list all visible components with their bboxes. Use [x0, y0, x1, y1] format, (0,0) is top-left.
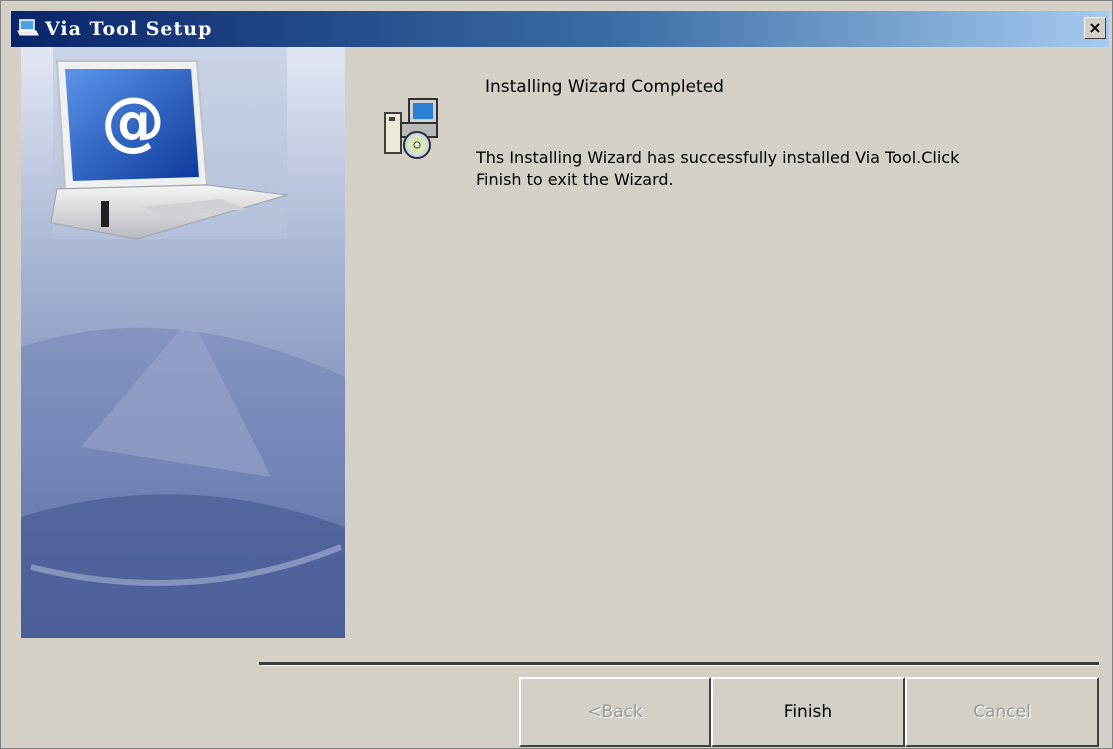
installer-cd-icon [384, 98, 438, 159]
separator-line [259, 662, 1099, 666]
finish-button[interactable]: Finish [711, 677, 905, 747]
completion-message: Ths Installing Wizard has successfully i… [476, 148, 960, 189]
cancel-button[interactable]: Cancel [905, 677, 1099, 747]
completion-heading: Installing Wizard Completed [485, 77, 724, 97]
close-button[interactable]: × [1084, 17, 1106, 39]
setup-window: Via Tool Setup × @ Installing Wizard Com… [0, 0, 1113, 749]
back-button[interactable]: <Back [519, 677, 711, 747]
setup-app-icon [17, 19, 39, 36]
content-panel: Installing Wizard Completed Ths Installi… [345, 47, 1105, 638]
svg-text:@: @ [101, 85, 165, 159]
window-title: Via Tool Setup [45, 18, 213, 40]
side-banner-image: @ [21, 47, 345, 638]
title-bar[interactable]: Via Tool Setup [11, 11, 1109, 47]
